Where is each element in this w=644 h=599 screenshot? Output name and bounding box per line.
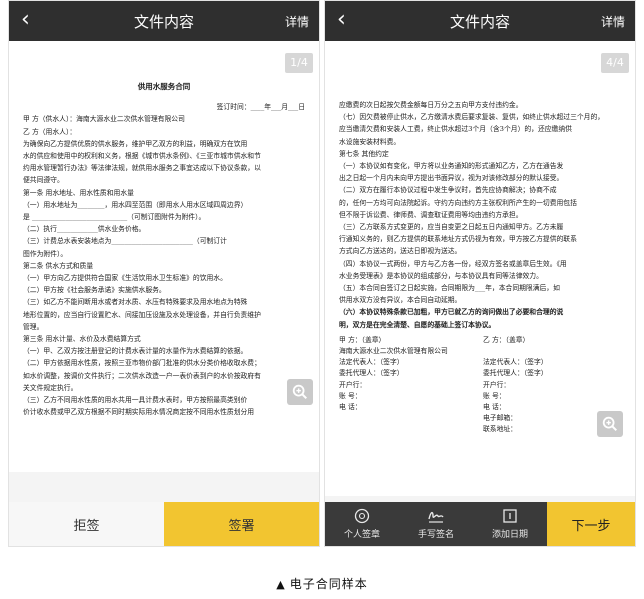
contract-line: （二）甲方按《社会服务承诺》实施供水服务。 bbox=[23, 286, 166, 295]
signature-field: 法定代表人：（签字） bbox=[339, 358, 404, 367]
contract-line: 价计收水费或甲乙双方根据不同时期实际用水情况商定按不同用水性质划分用 bbox=[23, 408, 255, 417]
top-bar: ‹ 文件内容 详情 bbox=[325, 1, 635, 41]
contract-line: （三）乙方不同用水性质的用水共用一具计费水表时，甲方按照最高类别价 bbox=[23, 396, 248, 405]
contract-line: 应缴费的次日起按欠费金额每日万分之五向甲方支付违约金。 bbox=[339, 101, 523, 109]
party-a-fields: 法定代表人：（签字） 委托代理人：（签字） 开户行： 账 号： 电 话： bbox=[339, 357, 477, 435]
chevron-left-icon[interactable]: ‹ bbox=[337, 7, 346, 33]
reject-button[interactable]: 拒签 bbox=[9, 502, 164, 546]
page-title: 文件内容 bbox=[133, 12, 194, 31]
contract-page-4: 应缴费的次日起按欠费金额每日万分之五向甲方支付违约金。 （七）因欠费被停止供水，… bbox=[339, 99, 621, 436]
details-link[interactable]: 详情 bbox=[601, 13, 625, 30]
contract-line: 水设施安装材料费。 bbox=[339, 137, 401, 146]
contract-line: 便共同遵守。 bbox=[23, 176, 64, 185]
chevron-left-icon[interactable]: ‹ bbox=[21, 7, 30, 33]
tool-label: 手写签名 bbox=[417, 530, 454, 540]
signature-field: 委托代理人：（签字） bbox=[339, 369, 404, 378]
special-terms: （六）本协议特殊条款已加粗，甲方已就乙方的询问做出了必要和合理的说 明，双方是在完… bbox=[339, 306, 621, 330]
contract-body: 应缴费的次日起按欠费金额每日万分之五向甲方支付违约金。 （七）因欠费被停止供水，… bbox=[339, 99, 621, 306]
signature-block: 甲 方：（盖章） 乙 方：（盖章） 海南大源水业二次供水管理有限公司 法定代表人… bbox=[339, 335, 621, 436]
contract-line: 行通知义务的，则乙方提供的联系地址方式仍视为有效，甲方按乙方提供的联系 bbox=[339, 235, 577, 244]
contract-page-1: 供用水服务合同 签订时间：____年___月___日 甲 方（供水人）：海南大源… bbox=[23, 81, 305, 418]
contract-line: （四）本协议一式两份，甲方与乙方各一份，经双方签名或盖章后生效。《用 bbox=[339, 259, 567, 268]
contract-line: 第二条 供水方式和质量 bbox=[23, 261, 94, 270]
stamp-icon bbox=[353, 508, 371, 524]
figure-caption: ▲ 电子合同样本 bbox=[0, 575, 644, 592]
handwritten-signature-button[interactable]: 手写签名 bbox=[399, 502, 473, 546]
contract-line: 的，任何一方均可向法院起诉。守约方向违约方主张权利所产生的一切费用包括 bbox=[339, 198, 577, 207]
handwriting-icon bbox=[427, 508, 445, 524]
contract-line: 第七条 其他约定 bbox=[339, 149, 389, 158]
zoom-in-icon[interactable] bbox=[597, 411, 623, 437]
contract-line: 约用水管理暂行办法》等法律法规，就供用水服务之事宜达成以下协议条款，以 bbox=[23, 164, 261, 173]
contract-line: 关文件规定执行。 bbox=[23, 383, 78, 392]
contract-line: （一）甲、乙双方按注册登记的计费水表计量的水量作为水费结算的依据。 bbox=[23, 347, 248, 356]
contract-line: 乙 方（用水人）： bbox=[23, 127, 77, 136]
contract-line: 甲 方（供水人）：海南大源水业二次供水管理有限公司 bbox=[23, 115, 185, 124]
contract-line: （二）双方在履行本协议过程中发生争议时，首先应协商解决；协商不成 bbox=[339, 186, 557, 195]
signature-field: 电 话： bbox=[339, 403, 362, 412]
contract-line: （二）执行____________供水业务价格。 bbox=[23, 225, 146, 234]
contract-line: 第一条 用水地址、用水性质和用水量 bbox=[23, 188, 134, 197]
signature-field: 开户行： bbox=[483, 380, 511, 389]
sign-button[interactable]: 签署 bbox=[164, 502, 319, 546]
document-viewer[interactable]: 1/4 供用水服务合同 签订时间：____年___月___日 甲 方（供水人）：… bbox=[9, 41, 319, 472]
page-title: 文件内容 bbox=[449, 12, 510, 31]
contract-line: （五）本合同自签订之日起实施，合同期限为___年，本合同期限满后，如 bbox=[339, 284, 560, 293]
party-a-name: 海南大源水业二次供水管理有限公司 bbox=[339, 347, 448, 356]
triangle-marker: ▲ bbox=[276, 578, 286, 591]
document-viewer[interactable]: 4/4 应缴费的次日起按欠费金额每日万分之五向甲方支付违约金。 （七）因欠费被停… bbox=[325, 41, 635, 496]
page-indicator: 1/4 bbox=[285, 53, 313, 73]
contract-line: （一）用水地址为________，用水四至范围（即用水人用水区域四周边界） bbox=[23, 200, 248, 209]
contract-line: （六）本协议特殊条款已加粗，甲方已就乙方的询问做出了必要和合理的说 bbox=[339, 308, 564, 317]
contract-line: 方式向乙方送达的，送达日即视为送达。 bbox=[339, 247, 462, 256]
signature-field: 开户行： bbox=[339, 380, 367, 389]
personal-stamp-button[interactable]: 个人签章 bbox=[325, 502, 399, 546]
next-step-button[interactable]: 下一步 bbox=[547, 502, 635, 546]
contract-line: 为确保向乙方提供优质的供水服务，维护甲乙双方的利益，明确双方在饮用 bbox=[23, 139, 248, 148]
contract-line: （三）计费总水表安装地点为________________________（可制… bbox=[23, 237, 227, 246]
signature-field: 委托代理人：（签字） bbox=[483, 369, 548, 378]
sign-time: 签订时间：____年___月___日 bbox=[216, 103, 305, 112]
contract-line: 如水价调整，按调价文件执行；二次供水改造一户一表价表到户的水价按政府有 bbox=[23, 371, 261, 380]
contract-line: 出之日起一个月内未向甲方提出书面异议，视为对该修改部分的默认接受。 bbox=[339, 174, 564, 183]
contract-line: 管理。 bbox=[23, 322, 44, 331]
caption-text: 电子合同样本 bbox=[289, 577, 368, 591]
contract-line: （二）甲方依据用水性质，按照三亚市物价部门批准的供水分类价格收取水费； bbox=[23, 359, 261, 368]
contract-heading: 供用水服务合同 bbox=[137, 82, 191, 91]
contract-line: （一）本协议如有变化，甲方将以业务通知的形式通知乙方，乙方在通告发 bbox=[339, 162, 564, 171]
calendar-icon bbox=[501, 508, 519, 524]
contract-line: 地形位置的，应当自行设置贮水、间接加压设施及水处理设备，并自行负责维护 bbox=[23, 310, 261, 319]
contract-view-phone-right: ‹ 文件内容 详情 4/4 应缴费的次日起按欠费金额每日万分之五向甲方支付违约金… bbox=[324, 0, 636, 547]
party-b-header: 乙 方：（盖章） bbox=[483, 335, 530, 344]
contract-line: （七）因欠费被停止供水，乙方缴清水费后要求复装、复供，如终止供水超过三个月的， bbox=[339, 113, 605, 122]
contract-line: 是 ____________________________（可制订图附件为附件… bbox=[23, 213, 206, 222]
contract-line: （三）乙方联系方式变更的，应当自变更之日起五日内通知甲方。乙方未履 bbox=[339, 223, 564, 232]
signing-toolbar: 个人签章 手写签名 添加日期 下一步 bbox=[325, 502, 635, 546]
signature-field: 账 号： bbox=[339, 391, 362, 400]
contract-line: 供用水双方没有异议，本合同自动延期。 bbox=[339, 296, 462, 305]
contract-view-phone-left: ‹ 文件内容 详情 1/4 供用水服务合同 签订时间：____年___月___日… bbox=[8, 0, 320, 547]
contract-line: （一）甲方向乙方提供符合国家《生活饮用水卫生标准》的饮用水。 bbox=[23, 274, 227, 283]
tool-label: 添加日期 bbox=[491, 530, 528, 540]
contract-line: 图作为附件）。 bbox=[23, 249, 68, 258]
contract-body: 甲 方（供水人）：海南大源水业二次供水管理有限公司乙 方（用水人）： 为确保向乙… bbox=[23, 113, 305, 418]
contract-line: 水业务受理表》是本协议的组成部分，与本协议具有同等法律效力。 bbox=[339, 271, 543, 280]
contract-line: 但不限于诉讼费、律师费、调查取证费用等均由违约方承担。 bbox=[339, 210, 523, 219]
add-date-button[interactable]: 添加日期 bbox=[473, 502, 547, 546]
details-link[interactable]: 详情 bbox=[285, 13, 309, 30]
contract-line: 第三条 用水计量、水价及水费结算方式 bbox=[23, 335, 141, 344]
top-bar: ‹ 文件内容 详情 bbox=[9, 1, 319, 41]
contract-line: （三）如乙方不能间断用水或者对水质、水压有特殊要求及用水地点为特殊 bbox=[23, 298, 248, 307]
contract-line: 明，双方是在完全清楚、自愿的基础上签订本协议。 bbox=[339, 320, 496, 329]
contract-line: 水的供应和使用中的权利和义务，根据《城市供水条例》、《三亚市城市供水和节 bbox=[23, 152, 261, 161]
contract-line: 应当缴清欠费和安装人工费，终止供水超过3个月（含3个月）的，还应缴纳供 bbox=[339, 125, 572, 134]
action-bar: 拒签 签署 bbox=[9, 502, 319, 546]
tool-label: 个人签章 bbox=[343, 530, 380, 540]
party-a-header: 甲 方：（盖章） bbox=[339, 335, 386, 344]
zoom-in-icon[interactable] bbox=[287, 379, 313, 405]
signature-field: 账 号： bbox=[483, 391, 506, 400]
page-indicator: 4/4 bbox=[601, 53, 629, 73]
signature-field: 法定代表人：（签字） bbox=[483, 358, 548, 367]
